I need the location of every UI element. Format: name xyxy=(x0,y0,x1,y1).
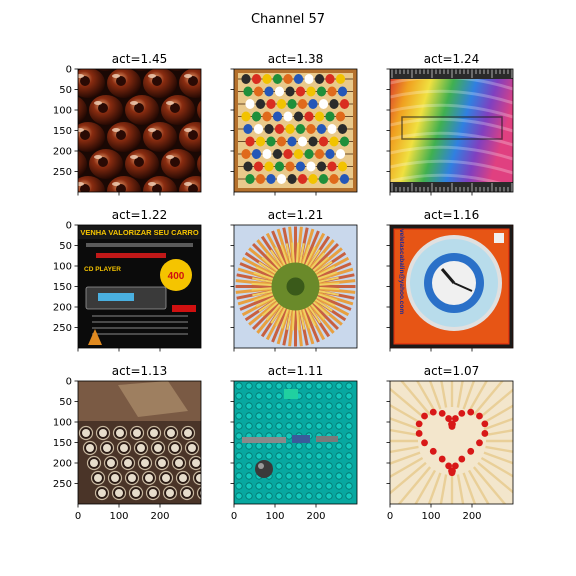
spiky-flower-image xyxy=(234,225,357,348)
y-tick-label: 50 xyxy=(59,397,72,408)
panel-bottle-cap-clock: act=1.16 veletascabalin@yahoo.com xyxy=(386,208,514,352)
x-tick-label: 0 xyxy=(75,511,81,522)
panel-title: act=1.45 xyxy=(112,52,167,66)
figure-title: Channel 57 xyxy=(251,12,325,27)
abacus-image xyxy=(234,69,357,192)
panel-wine-bottles: act=1.45 0 50 100 150 200 250 xyxy=(53,52,202,196)
figure: Channel 57 act=1.45050100150200250act=1.… xyxy=(53,12,514,522)
bottle-cap-clock-image: veletascabalin@yahoo.com xyxy=(390,225,513,348)
y-tick-label: 150 xyxy=(53,126,72,137)
x-tick-label: 100 xyxy=(421,511,440,522)
y-tick-label: 250 xyxy=(53,167,72,178)
y-tick-label: 0 xyxy=(66,377,72,388)
y-tick-label: 100 xyxy=(53,106,72,117)
panel-title: act=1.07 xyxy=(424,364,479,378)
y-tick-label: 200 xyxy=(53,303,72,314)
x-tick-label: 100 xyxy=(265,511,284,522)
panel-matchstick-heart: act=1.07 0 100 200 xyxy=(386,364,514,522)
panel-spiky-flower: act=1.21 xyxy=(230,208,358,352)
x-tick-label: 0 xyxy=(231,511,237,522)
panel-car-stereo-advert: act=1.22 VENHA VALORIZAR SEU CARRO CD PLAY… xyxy=(53,208,202,352)
panel-title: act=1.21 xyxy=(268,208,323,222)
y-tick-label: 100 xyxy=(53,418,72,429)
x-tick-label: 0 xyxy=(387,511,393,522)
x-tick-label: 200 xyxy=(462,511,481,522)
svg-text:veletascabalin@yahoo.com: veletascabalin@yahoo.com xyxy=(398,229,405,314)
panel-abacus: act=1.38 xyxy=(230,52,358,196)
y-tick-label: 50 xyxy=(59,241,72,252)
x-tick-label: 100 xyxy=(109,511,128,522)
y-tick-label: 50 xyxy=(59,85,72,96)
y-tick-label: 100 xyxy=(53,262,72,273)
panel-oxford-ruler-rainbow: act=1.24 xyxy=(386,52,514,196)
panel-typewriter-keys: act=1.13 0 50 100 150 200 250 0 100 200 xyxy=(53,364,202,522)
y-tick-label: 200 xyxy=(53,147,72,158)
x-tick-label: 200 xyxy=(150,511,169,522)
x-tick-label: 200 xyxy=(306,511,325,522)
typewriter-keys-image xyxy=(78,381,201,504)
svg-text:CD PLAYER: CD PLAYER xyxy=(84,266,121,273)
panel-title: act=1.24 xyxy=(424,52,479,66)
panel-green-lego-plate: act=1.11 0 100 200 xyxy=(230,364,358,522)
car-stereo-advert-image: VENHA VALORIZAR SEU CARRO CD PLAYER 400 xyxy=(78,225,201,348)
panel-title: act=1.16 xyxy=(424,208,479,222)
y-tick-label: 250 xyxy=(53,323,72,334)
oxford-ruler-rainbow-image xyxy=(390,69,513,192)
svg-text:400: 400 xyxy=(168,271,185,282)
y-tick-label: 0 xyxy=(66,221,72,232)
green-lego-plate-image xyxy=(234,381,357,504)
y-tick-label: 150 xyxy=(53,438,72,449)
y-tick-label: 150 xyxy=(53,282,72,293)
panel-title: act=1.22 xyxy=(112,208,167,222)
panel-title: act=1.11 xyxy=(268,364,323,378)
panel-title: act=1.38 xyxy=(268,52,323,66)
y-tick-label: 200 xyxy=(53,459,72,470)
y-tick-label: 0 xyxy=(66,65,72,76)
panel-grid: act=1.45 0 50 100 150 200 250 act=1.38 act=1.24 a… xyxy=(53,52,514,522)
y-tick-label: 250 xyxy=(53,479,72,490)
svg-text:VENHA VALORIZAR SEU CARRO: VENHA VALORIZAR SEU CARRO xyxy=(80,228,199,237)
panel-title: act=1.13 xyxy=(112,364,167,378)
